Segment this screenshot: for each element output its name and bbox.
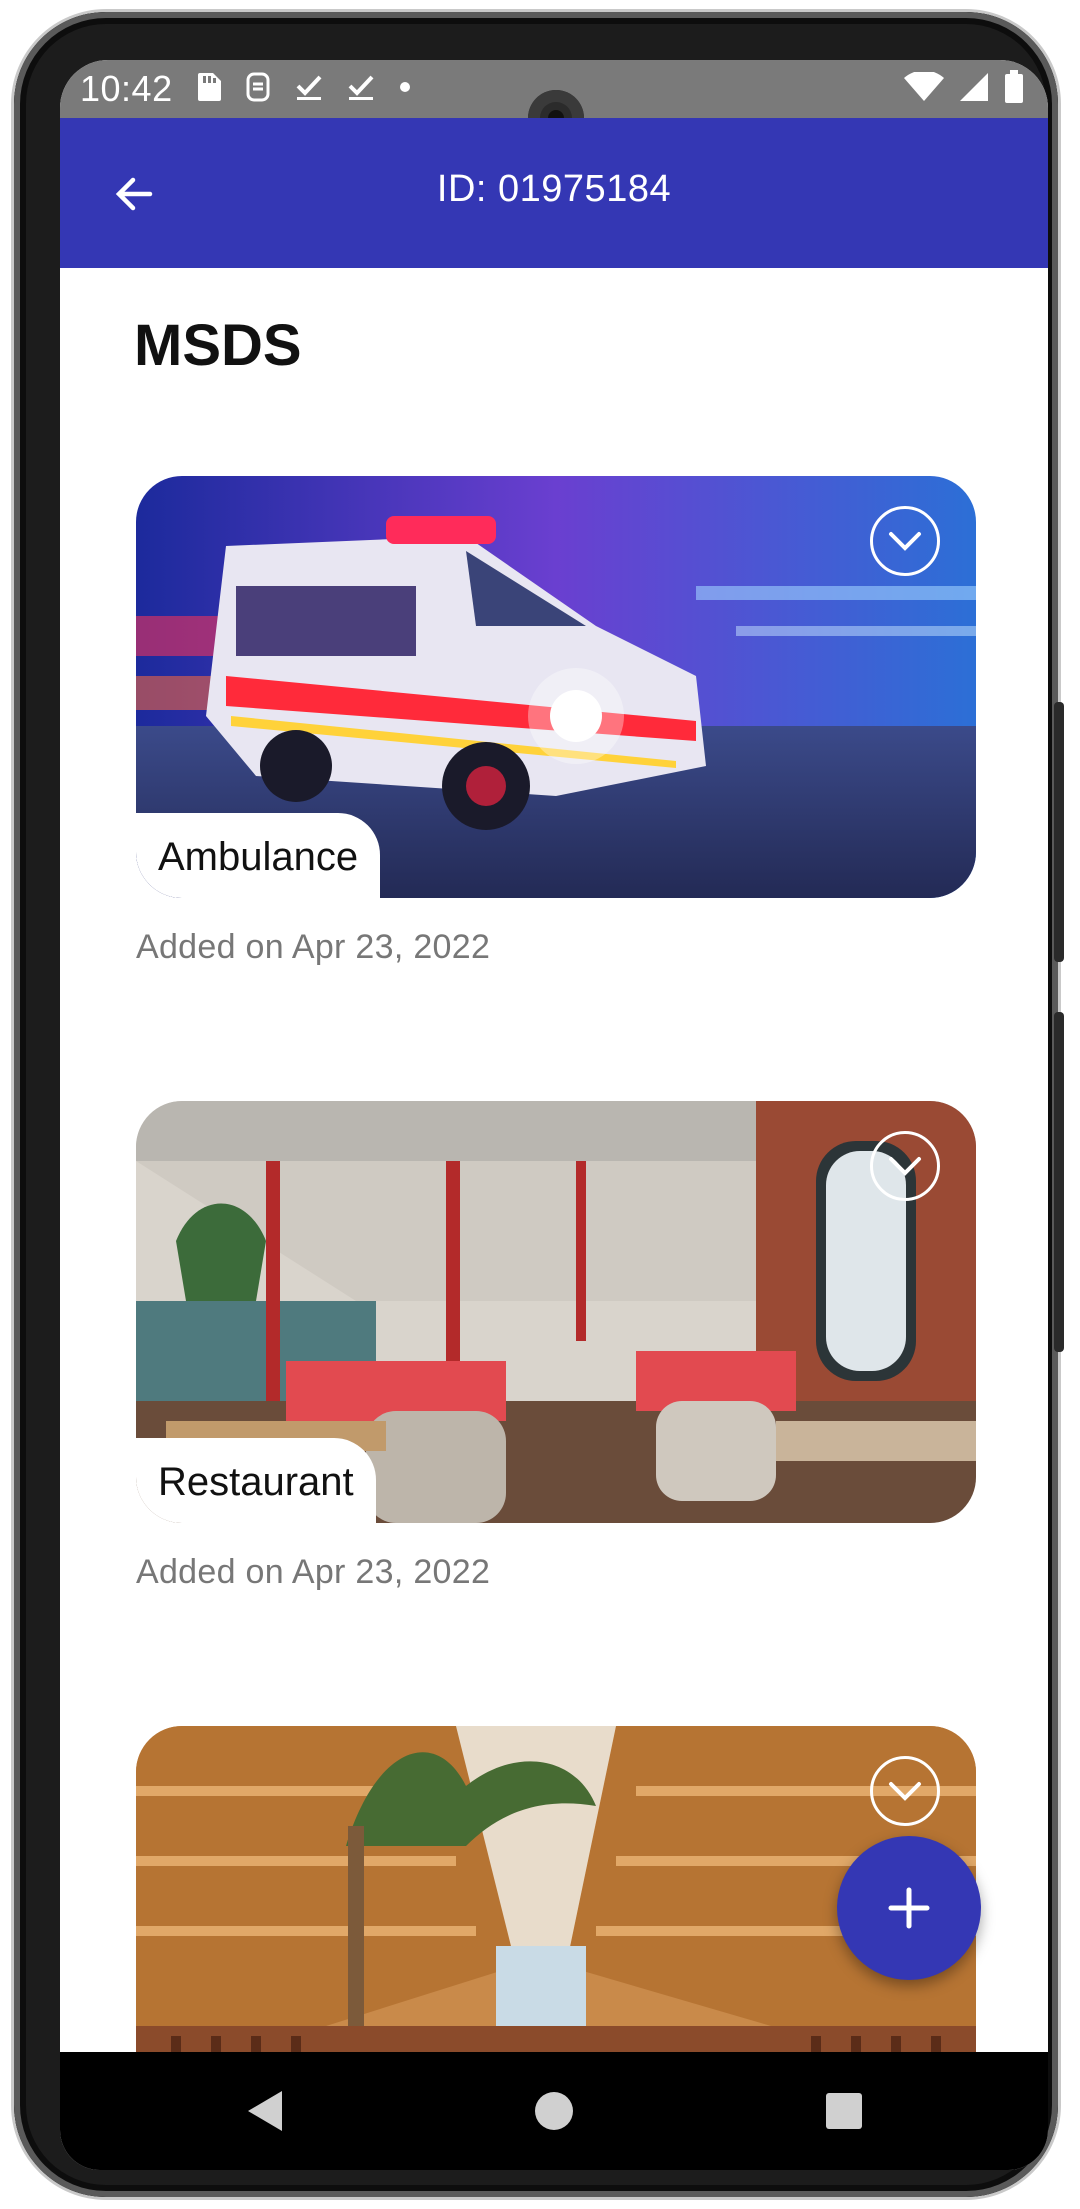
home-circle-icon	[535, 2092, 573, 2130]
card-date: Added on Apr 23, 2022	[136, 928, 491, 966]
back-triangle-icon	[248, 2091, 282, 2131]
system-nav-bar	[60, 2052, 1048, 2170]
card-date: Added on Apr 23, 2022	[136, 1553, 491, 1591]
recents-square-icon	[826, 2093, 862, 2129]
dot-icon	[400, 82, 410, 92]
plus-icon	[888, 1887, 930, 1929]
card-image: Restaurant	[136, 1101, 976, 1523]
wifi-icon	[904, 72, 944, 101]
expand-toggle-button[interactable]	[870, 1756, 940, 1826]
battery-icon	[1005, 70, 1023, 103]
card-label: Restaurant	[136, 1438, 376, 1523]
chevron-down-icon	[889, 1782, 921, 1801]
sd-card-icon	[198, 73, 221, 101]
nav-home-button[interactable]	[524, 2081, 584, 2141]
status-icons-right	[904, 70, 1024, 104]
expand-toggle-button[interactable]	[870, 1131, 940, 1201]
content-area: MSDS Ambulance Added on Apr 23, 2022 Res…	[60, 268, 1048, 2098]
app-bar-title: ID: 01975184	[436, 168, 672, 210]
nav-back-button[interactable]	[234, 2081, 294, 2141]
signal-icon	[960, 73, 988, 101]
power-button	[1054, 1012, 1064, 1352]
card-image: Ambulance	[136, 476, 976, 898]
expand-toggle-button[interactable]	[870, 506, 940, 576]
status-time: 10:42	[80, 68, 173, 109]
check-icon	[296, 75, 322, 100]
card-label: Ambulance	[136, 813, 381, 898]
page-title: MSDS	[134, 313, 302, 378]
add-fab-button[interactable]	[837, 1836, 981, 1980]
notification-icon	[246, 72, 270, 102]
nav-recents-button[interactable]	[814, 2081, 874, 2141]
status-icons-left	[196, 72, 412, 102]
volume-button	[1054, 702, 1064, 962]
msds-card[interactable]: Restaurant Added on Apr 23, 2022	[136, 1101, 976, 1592]
chevron-down-icon	[889, 532, 921, 551]
phone-frame: 10:42 ID: 01975184 MSDS Ambulance Added …	[14, 12, 1064, 2197]
msds-card[interactable]: Ambulance Added on Apr 23, 2022	[136, 476, 976, 967]
app-bar: ID: 01975184	[60, 118, 1048, 268]
screen: 10:42 ID: 01975184 MSDS Ambulance Added …	[60, 60, 1048, 2170]
check-icon	[348, 75, 374, 100]
chevron-down-icon	[889, 1157, 921, 1176]
